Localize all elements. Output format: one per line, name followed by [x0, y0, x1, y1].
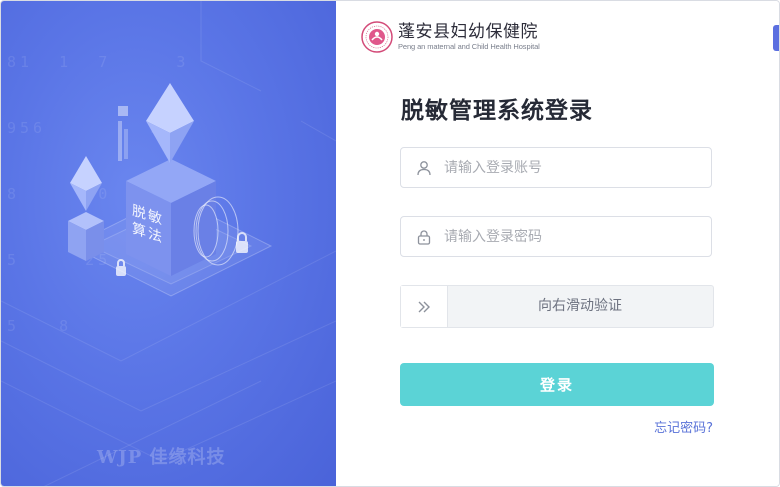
slider-handle[interactable] — [401, 286, 448, 327]
login-panel: 蓬安县妇幼保健院 Peng an maternal and Child Heal… — [336, 1, 779, 486]
account-field[interactable] — [400, 147, 712, 188]
company-watermark: WJP 佳缘科技 — [97, 447, 226, 468]
encryption-illustration — [68, 83, 273, 297]
illustration-panel: 81 1 7 3 956 3 8 0 82 5 25 38 5 8 — [1, 1, 336, 486]
password-field[interactable] — [400, 216, 712, 257]
hospital-logo-icon — [361, 21, 393, 53]
login-window: 81 1 7 3 956 3 8 0 82 5 25 38 5 8 — [0, 0, 780, 487]
double-chevron-right-icon — [418, 301, 430, 312]
lock-icon — [415, 228, 433, 246]
user-icon — [415, 159, 433, 177]
login-title: 脱敏管理系统登录 — [401, 98, 593, 124]
forgot-password-link[interactable]: 忘记密码? — [654, 417, 713, 436]
account-input[interactable] — [442, 158, 686, 177]
slider-captcha[interactable]: 向右滑动验证 — [400, 285, 714, 328]
password-input[interactable] — [442, 227, 686, 246]
corner-tab[interactable] — [773, 25, 779, 51]
hospital-name-cn: 蓬安县妇幼保健院 — [398, 22, 538, 42]
slider-hint: 向右滑动验证 — [538, 298, 622, 314]
hospital-brand: 蓬安县妇幼保健院 Peng an maternal and Child Heal… — [361, 21, 540, 53]
hospital-name-en: Peng an maternal and Child Health Hospit… — [398, 42, 540, 51]
login-button[interactable]: 登录 — [400, 363, 714, 406]
